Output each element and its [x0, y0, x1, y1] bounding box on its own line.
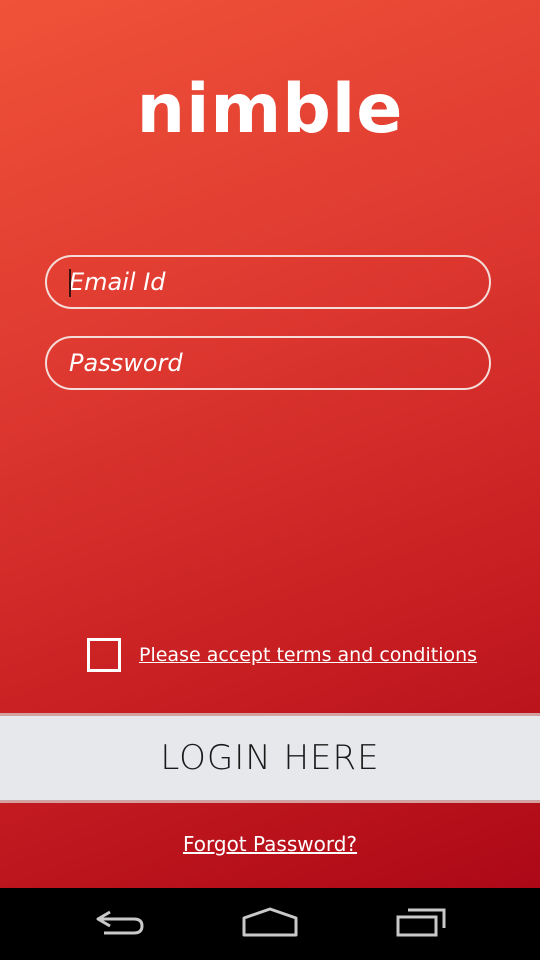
- system-navigation-bar: [0, 888, 540, 960]
- forgot-password-link[interactable]: Forgot Password?: [183, 832, 357, 856]
- login-button[interactable]: LOGIN HERE: [0, 713, 540, 803]
- forgot-password-row: Forgot Password?: [0, 832, 540, 856]
- home-button[interactable]: [230, 898, 310, 950]
- recents-icon: [394, 906, 448, 943]
- back-icon: [92, 906, 148, 943]
- email-field[interactable]: [45, 255, 491, 309]
- terms-checkbox[interactable]: [87, 638, 121, 672]
- home-icon: [241, 906, 299, 943]
- login-screen: nimble Please accept terms and condition…: [0, 0, 540, 888]
- email-input[interactable]: [69, 257, 469, 307]
- app-logo: nimble: [136, 70, 404, 149]
- login-button-label: LOGIN HERE: [160, 738, 380, 778]
- password-field[interactable]: [45, 336, 491, 390]
- back-button[interactable]: [80, 898, 160, 950]
- text-cursor: [69, 269, 71, 297]
- recents-button[interactable]: [381, 898, 461, 950]
- password-input[interactable]: [69, 338, 469, 388]
- terms-row: Please accept terms and conditions: [87, 638, 477, 672]
- terms-link[interactable]: Please accept terms and conditions: [139, 644, 477, 666]
